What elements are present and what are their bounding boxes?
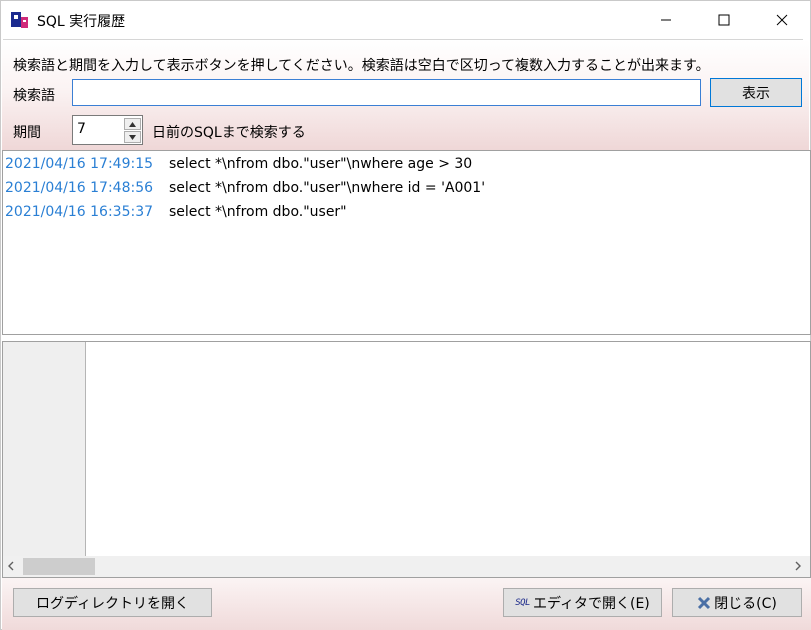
history-sql: select *\nfrom dbo."user" <box>169 204 347 220</box>
history-sql: select *\nfrom dbo."user"\nwhere age > 3… <box>169 156 473 172</box>
keyword-input[interactable] <box>72 79 701 106</box>
horizontal-scrollbar[interactable] <box>3 556 810 577</box>
line-number-gutter <box>3 342 86 556</box>
open-log-directory-button[interactable]: ログディレクトリを開く <box>13 588 212 617</box>
history-row[interactable]: 2021/04/16 16:35:37 select *\nfrom dbo."… <box>5 200 347 224</box>
chevron-down-icon <box>129 134 136 140</box>
close-x-icon <box>697 596 711 610</box>
history-sql: select *\nfrom dbo."user"\nwhere id = 'A… <box>169 180 486 196</box>
app-logo-icon <box>11 12 28 28</box>
period-value[interactable]: 7 <box>77 121 86 137</box>
close-icon <box>776 14 788 26</box>
show-button[interactable]: 表示 <box>710 78 802 107</box>
sql-preview-editor[interactable] <box>2 341 811 578</box>
period-stepper[interactable]: 7 <box>72 115 143 145</box>
period-label: 期間 <box>13 125 41 141</box>
chevron-up-icon <box>129 121 136 127</box>
window-title: SQL 実行履歴 <box>37 14 126 30</box>
open-in-editor-button[interactable]: SQL エディタで開く(E) <box>503 588 662 617</box>
sql-badge-icon: SQL <box>515 597 530 608</box>
history-date: 2021/04/16 17:48:56 <box>5 180 154 196</box>
scroll-right-icon[interactable] <box>794 560 802 572</box>
search-panel: 検索語と期間を入力して表示ボタンを押してください。検索語は空白で区切って複数入力… <box>2 40 809 150</box>
history-date: 2021/04/16 16:35:37 <box>5 204 154 220</box>
period-down-button[interactable] <box>124 131 141 143</box>
close-label: 閉じる(C) <box>714 595 777 612</box>
history-list[interactable]: 2021/04/16 17:49:15 select *\nfrom dbo."… <box>2 150 811 335</box>
sql-history-window: SQL 実行履歴 検索語と期間を入力して表示ボタンを押してください。検索語は空白… <box>0 0 811 630</box>
instruction-text: 検索語と期間を入力して表示ボタンを押してください。検索語は空白で区切って複数入力… <box>13 58 710 74</box>
bottom-bar: ログディレクトリを開く SQL エディタで開く(E) 閉じる(C) <box>2 578 811 630</box>
period-suffix-label: 日前のSQLまで検索する <box>152 125 306 141</box>
close-button[interactable]: 閉じる(C) <box>672 588 802 617</box>
history-row[interactable]: 2021/04/16 17:49:15 select *\nfrom dbo."… <box>5 152 472 176</box>
minimize-button[interactable] <box>637 1 695 39</box>
title-bar: SQL 実行履歴 <box>1 1 810 39</box>
period-up-button[interactable] <box>124 118 141 130</box>
open-in-editor-label: エディタで開く(E) <box>532 595 650 612</box>
history-row[interactable]: 2021/04/16 17:48:56 select *\nfrom dbo."… <box>5 176 485 200</box>
scrollbar-thumb[interactable] <box>23 558 95 575</box>
maximize-icon <box>718 14 730 26</box>
window-close-button[interactable] <box>753 1 811 39</box>
keyword-label: 検索語 <box>13 88 55 104</box>
maximize-button[interactable] <box>695 1 753 39</box>
history-date: 2021/04/16 17:49:15 <box>5 156 154 172</box>
scroll-left-icon[interactable] <box>7 560 15 572</box>
minimize-icon <box>661 19 671 21</box>
